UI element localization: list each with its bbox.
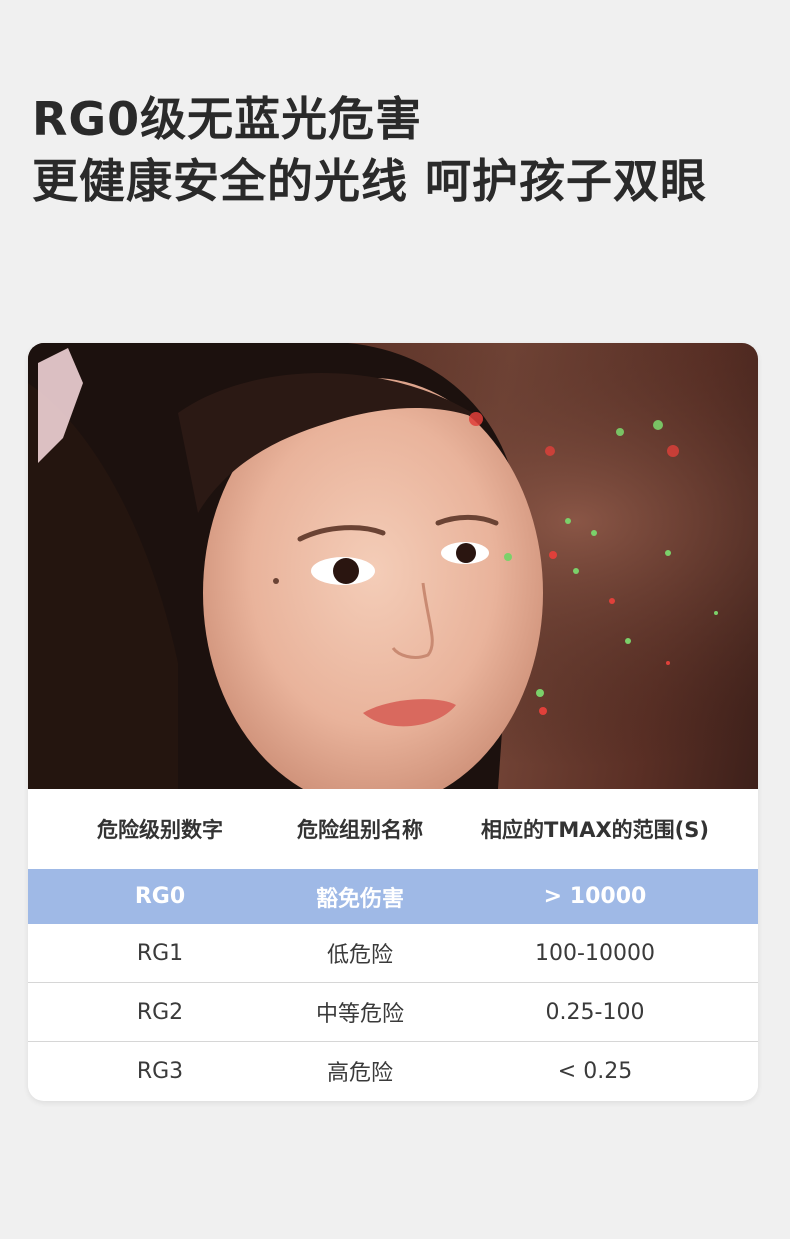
header-level-number: 危险级别数字 — [97, 818, 223, 842]
cell-range: 0.25-100 — [545, 999, 645, 1025]
headline-line-2: 更健康安全的光线 呵护孩子双眼 — [32, 154, 708, 208]
cell-level: RG0 — [134, 884, 186, 909]
hazard-table: 危险级别数字 危险组别名称 相应的TMAX的范围(S) RG0 豁免伤害 > 1… — [28, 789, 758, 1100]
cell-level: RG3 — [136, 1058, 184, 1084]
header-group-name: 危险组别名称 — [297, 818, 423, 842]
table-row: RG2 中等危险 0.25-100 — [28, 983, 758, 1042]
cell-group: 高危险 — [326, 1061, 393, 1086]
cell-group: 中等危险 — [315, 1002, 404, 1027]
table-header: 危险级别数字 危险组别名称 相应的TMAX的范围(S) — [28, 789, 758, 869]
child-face-photo — [28, 343, 758, 789]
cell-range: > 10000 — [543, 884, 647, 909]
cell-group: 豁免伤害 — [315, 886, 404, 912]
table-row: RG1 低危险 100-10000 — [28, 924, 758, 983]
cell-level: RG1 — [136, 940, 184, 966]
info-card: 危险级别数字 危险组别名称 相应的TMAX的范围(S) RG0 豁免伤害 > 1… — [28, 343, 758, 1101]
headline-line-1: RG0级无蓝光危害 — [32, 92, 423, 146]
table-row: RG3 高危险 < 0.25 — [28, 1042, 758, 1100]
header-tmax-range: 相应的TMAX的范围(S) — [481, 818, 709, 842]
headline: RG0级无蓝光危害 更健康安全的光线 呵护孩子双眼 — [32, 88, 772, 212]
cell-range: < 0.25 — [557, 1058, 633, 1084]
cell-group: 低危险 — [326, 943, 393, 968]
cell-range: 100-10000 — [535, 940, 655, 966]
cell-level: RG2 — [136, 999, 184, 1025]
table-row: RG0 豁免伤害 > 10000 — [28, 869, 758, 924]
